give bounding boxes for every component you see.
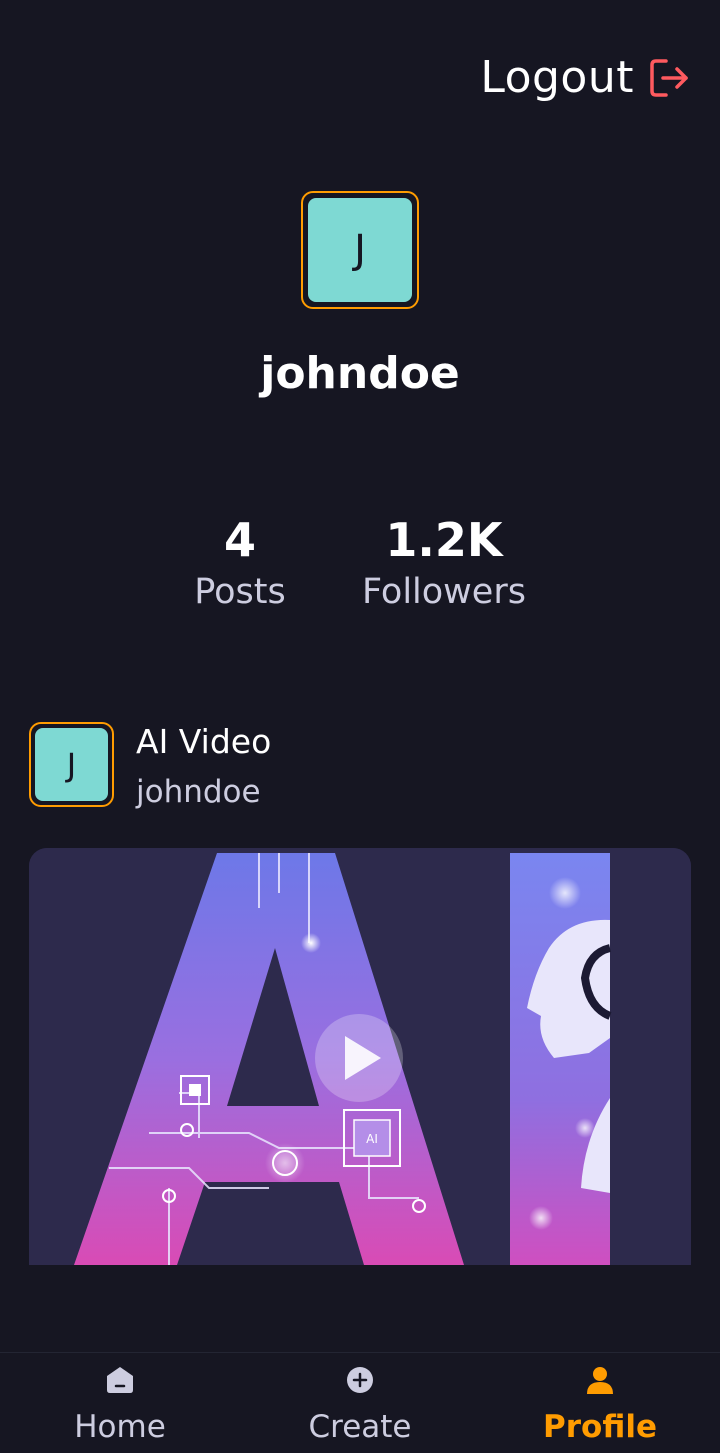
followers-count: 1.2K <box>385 513 503 567</box>
profile-avatar: J <box>301 191 419 309</box>
plus-icon <box>347 1367 373 1393</box>
post-creator: johndoe <box>136 774 261 810</box>
avatar-initial: J <box>308 198 412 302</box>
video-thumbnail[interactable]: AI <box>29 848 691 1265</box>
tab-create-label: Create <box>308 1409 412 1445</box>
bottom-tab-bar: Home Create Profile <box>0 1352 720 1453</box>
posts-stat: 4 Posts <box>170 512 310 612</box>
tab-profile-label: Profile <box>543 1409 657 1445</box>
logout-label: Logout <box>480 52 634 103</box>
tab-home-label: Home <box>74 1409 166 1445</box>
logout-button[interactable]: Logout <box>480 52 692 103</box>
profile-icon <box>587 1367 613 1394</box>
tab-create[interactable]: Create <box>240 1353 480 1453</box>
followers-label: Followers <box>362 572 526 612</box>
thumbnail-artwork: AI <box>29 848 691 1265</box>
logout-icon <box>650 58 688 97</box>
followers-stat: 1.2K Followers <box>344 512 544 612</box>
home-icon <box>107 1367 133 1393</box>
tab-home[interactable]: Home <box>0 1353 240 1453</box>
profile-screen: Logout J johndoe 4 Posts 1.2K Followers … <box>0 0 720 1453</box>
post-creator-avatar: J <box>29 722 114 807</box>
tab-profile[interactable]: Profile <box>480 1353 720 1453</box>
posts-label: Posts <box>194 572 286 612</box>
post-avatar-initial: J <box>35 728 108 801</box>
post-title: AI Video <box>136 722 272 761</box>
posts-count: 4 <box>223 513 256 567</box>
chip-label: AI <box>366 1132 378 1146</box>
profile-username: johndoe <box>260 348 460 399</box>
